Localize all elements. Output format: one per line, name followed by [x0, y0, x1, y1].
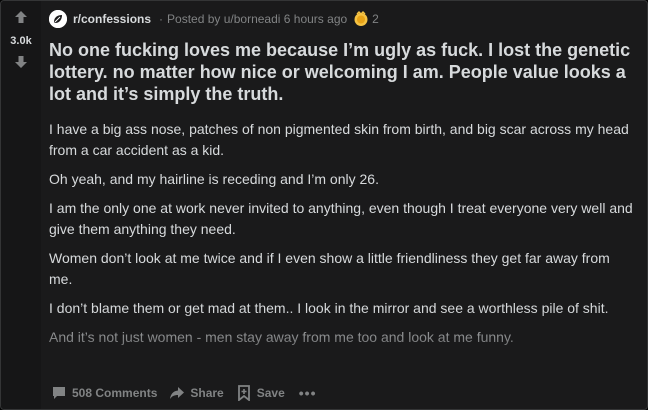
vote-score: 3.0k [10, 35, 32, 47]
body-paragraph: I have a big ass nose, patches of non pi… [49, 121, 629, 158]
posted-by[interactable]: Posted by u/borneadi 6 hours ago [167, 12, 347, 26]
body-paragraph: I don’t blame them or get mad at them.. … [49, 300, 609, 316]
post-actions: 508 Comments Share Save ••• [49, 379, 639, 407]
share-label: Share [190, 386, 224, 400]
comments-label: 508 Comments [72, 386, 158, 400]
more-options-button[interactable]: ••• [295, 381, 321, 405]
body-paragraph: And it’s not just women - men stay away … [49, 329, 514, 345]
vote-column: 3.0k [1, 1, 41, 409]
downvote-arrow-icon[interactable] [14, 55, 28, 69]
bookmark-icon [237, 385, 250, 401]
share-arrow-icon [170, 387, 185, 399]
body-paragraph: Oh yeah, and my hairline is receding and… [49, 171, 379, 187]
comments-button[interactable]: 508 Comments [49, 381, 163, 405]
meta-separator: · [159, 12, 164, 26]
post-meta: r/confessions · Posted by u/borneadi 6 h… [49, 9, 639, 29]
post-body: I have a big ass nose, patches of non pi… [49, 119, 634, 365]
comment-icon [53, 387, 65, 399]
post-title[interactable]: No one fucking loves me because I’m ugly… [49, 39, 634, 105]
body-paragraph: Women don’t look at me twice and if I ev… [49, 250, 610, 287]
award-badge[interactable]: 2 [353, 11, 379, 27]
award-count: 2 [372, 12, 379, 26]
subreddit-link[interactable]: r/confessions [73, 12, 151, 26]
subreddit-icon[interactable] [49, 10, 67, 28]
save-label: Save [256, 386, 285, 400]
share-button[interactable]: Share [167, 381, 229, 405]
post-card: 3.0k r/confessions · Posted by u/bornead… [0, 0, 648, 410]
upvote-arrow-icon[interactable] [14, 10, 28, 24]
save-button[interactable]: Save [234, 381, 291, 405]
body-paragraph: I am the only one at work never invited … [49, 200, 633, 237]
award-icon [354, 11, 368, 26]
